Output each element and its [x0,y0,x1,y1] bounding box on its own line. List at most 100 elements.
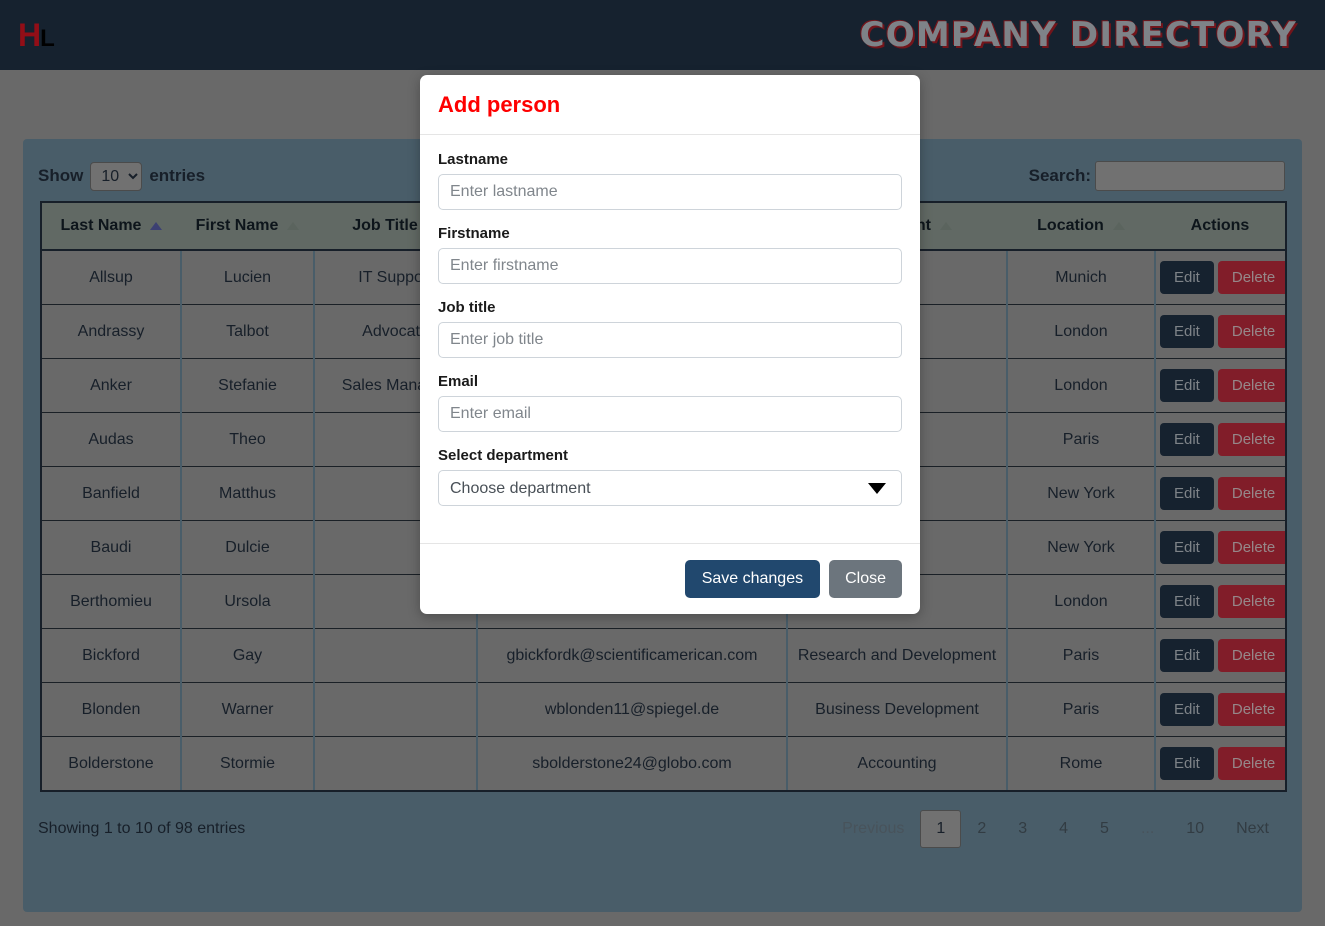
column-header-first-name[interactable]: First Name [181,201,314,251]
search-control: Search: [1029,161,1285,191]
cell-location: Paris [1007,412,1155,467]
department-label: Select department [438,447,569,464]
cell-last-name: Bickford [40,628,181,683]
pagination-ellipsis: ... [1140,820,1155,837]
pagination-page-5[interactable]: 5 [1084,810,1125,848]
lastname-label: Lastname [438,151,509,168]
cell-location: New York [1007,466,1155,521]
entries-length-select[interactable]: 10 [90,161,143,191]
logo-letter-l: L [40,25,55,52]
edit-button[interactable]: Edit [1160,531,1214,564]
cell-first-name: Matthus [181,466,314,521]
edit-button[interactable]: Edit [1160,369,1214,402]
save-changes-button[interactable]: Save changes [684,560,821,598]
close-modal-button[interactable]: Close [829,560,902,598]
email-label: Email [438,373,479,390]
pagination-page-4[interactable]: 4 [1043,810,1084,848]
lastname-input[interactable] [438,174,902,210]
edit-button[interactable]: Edit [1160,585,1214,618]
delete-button[interactable]: Delete [1217,477,1284,510]
cell-first-name: Talbot [181,304,314,359]
pagination-next[interactable]: Next [1220,810,1285,848]
cell-actions: Edit Delete [1155,358,1287,413]
add-person-modal: Add person Lastname Firstname Job title … [420,75,920,614]
pagination-page-2[interactable]: 2 [961,810,1002,848]
delete-button[interactable]: Delete [1217,261,1284,294]
pagination: Previous 1 2 3 4 5 ... 10 Next [826,810,1285,848]
department-select[interactable]: Choose department [438,470,902,506]
cell-email: sbolderstone24@globo.com [477,736,787,792]
table-row: Bickford Gay gbickfordk@scientificameric… [40,628,1287,683]
cell-first-name: Theo [181,412,314,467]
edit-button[interactable]: Edit [1160,693,1214,726]
edit-button[interactable]: Edit [1160,261,1214,294]
search-input[interactable] [1095,161,1285,191]
cell-last-name: Bolderstone [40,736,181,792]
cell-actions: Edit Delete [1155,628,1287,683]
cell-last-name: Audas [40,412,181,467]
cell-location: Munich [1007,250,1155,305]
cell-location: London [1007,358,1155,413]
edit-button[interactable]: Edit [1160,315,1214,348]
cell-location: Paris [1007,682,1155,737]
cell-first-name: Lucien [181,250,314,305]
cell-last-name: Andrassy [40,304,181,359]
cell-last-name: Banfield [40,466,181,521]
department-select-wrapper: Choose department [438,470,902,506]
firstname-input[interactable] [438,248,902,284]
edit-button[interactable]: Edit [1160,639,1214,672]
cell-first-name: Ursola [181,574,314,629]
delete-button[interactable]: Delete [1217,369,1284,402]
cell-actions: Edit Delete [1155,736,1287,792]
show-label: Show [38,166,84,185]
pagination-page-10[interactable]: 10 [1170,810,1220,848]
delete-button[interactable]: Delete [1217,585,1284,618]
cell-location: London [1007,574,1155,629]
cell-location: London [1007,304,1155,359]
cell-actions: Edit Delete [1155,250,1287,305]
pagination-page-1[interactable]: 1 [920,810,962,848]
delete-button[interactable]: Delete [1217,693,1284,726]
modal-title: Add person [438,92,561,117]
cell-first-name: Gay [181,628,314,683]
edit-button[interactable]: Edit [1160,477,1214,510]
cell-first-name: Stefanie [181,358,314,413]
cell-location: Rome [1007,736,1155,792]
delete-button[interactable]: Delete [1217,747,1284,780]
delete-button[interactable]: Delete [1217,531,1284,564]
pagination-page-3[interactable]: 3 [1002,810,1043,848]
column-header-last-name[interactable]: Last Name [40,201,181,251]
cell-first-name: Warner [181,682,314,737]
delete-button[interactable]: Delete [1217,315,1284,348]
cell-last-name: Allsup [40,250,181,305]
cell-department: Accounting [787,736,1007,792]
delete-button[interactable]: Delete [1217,639,1284,672]
column-header-location[interactable]: Location [1007,201,1155,251]
cell-last-name: Berthomieu [40,574,181,629]
email-input[interactable] [438,396,902,432]
top-navbar: HL COMPANY DIRECTORY [0,0,1325,70]
delete-button[interactable]: Delete [1217,423,1284,456]
jobtitle-label: Job title [438,299,496,316]
pagination-previous[interactable]: Previous [826,810,920,848]
table-row: Bolderstone Stormie sbolderstone24@globo… [40,736,1287,792]
table-row: Blonden Warner wblonden11@spiegel.de Bus… [40,682,1287,737]
page-title: COMPANY DIRECTORY [859,15,1297,55]
cell-location: New York [1007,520,1155,575]
edit-button[interactable]: Edit [1160,423,1214,456]
hl-logo[interactable]: HL [18,19,55,52]
cell-email: wblonden11@spiegel.de [477,682,787,737]
cell-actions: Edit Delete [1155,304,1287,359]
cell-location: Paris [1007,628,1155,683]
search-label: Search: [1028,166,1091,185]
edit-button[interactable]: Edit [1160,747,1214,780]
cell-job-title [314,682,477,737]
column-header-actions: Actions [1155,201,1287,251]
cell-actions: Edit Delete [1155,520,1287,575]
cell-last-name: Blonden [40,682,181,737]
entries-info: Showing 1 to 10 of 98 entries [38,820,246,837]
jobtitle-input[interactable] [438,322,902,358]
cell-actions: Edit Delete [1155,412,1287,467]
cell-job-title [314,736,477,792]
entries-label: entries [149,166,206,185]
